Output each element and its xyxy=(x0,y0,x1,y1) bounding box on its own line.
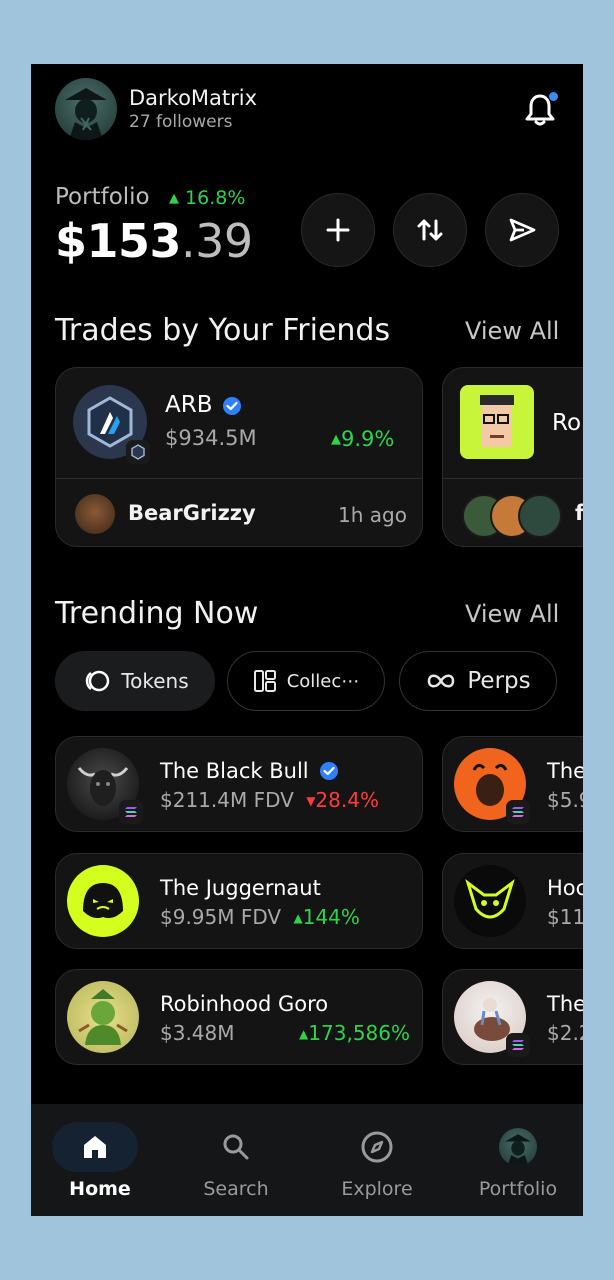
solana-badge-icon xyxy=(506,800,530,824)
friend-trade-change-value: 9.9% xyxy=(341,427,395,451)
token-name: The xyxy=(547,992,583,1016)
token-stats: $3.48M ▲173,586% xyxy=(160,1021,410,1045)
trader-name: f xyxy=(575,501,583,525)
token-logo xyxy=(454,865,526,937)
nav-home[interactable]: Home xyxy=(31,1104,169,1216)
portfolio-change-value: 16.8% xyxy=(185,187,246,209)
solana-badge-icon xyxy=(119,800,143,824)
tab-perps-label: Perps xyxy=(467,668,531,694)
trader-avatar xyxy=(518,494,562,538)
portfolio-value: $153.39 xyxy=(55,214,253,268)
token-mcap: $11. xyxy=(547,905,583,929)
friends-section-title: Trades by Your Friends xyxy=(55,313,391,348)
swap-button[interactable] xyxy=(393,193,467,267)
token-change: ▼28.4% xyxy=(306,788,379,812)
add-button[interactable] xyxy=(301,193,375,267)
robinhood-goro-token-logo xyxy=(67,981,139,1053)
token-name: Robinhood Goro xyxy=(160,992,329,1016)
nav-portfolio[interactable]: Portfolio xyxy=(449,1104,583,1216)
search-icon xyxy=(223,1134,249,1160)
tokens-icon xyxy=(86,670,110,692)
triangle-up-icon: ▲ xyxy=(331,432,341,447)
send-button[interactable] xyxy=(485,193,559,267)
tab-collections-label: Collec⋯ xyxy=(286,670,360,692)
token-change: ▲144% xyxy=(293,905,359,929)
profile-avatar[interactable] xyxy=(55,78,117,140)
portfolio-avatar-icon xyxy=(499,1128,537,1166)
notification-dot xyxy=(549,92,558,101)
trade-time: 1h ago xyxy=(338,503,407,527)
juggernaut-token-logo xyxy=(67,865,139,937)
trader-avatar xyxy=(75,494,115,534)
token-change-value: 144% xyxy=(302,905,360,929)
token-name: The Juggernaut xyxy=(160,876,321,900)
token-mcap: $9.95M FDV xyxy=(160,905,282,929)
trending-token-card[interactable]: The $2.2 xyxy=(442,969,583,1065)
friend-trade-card[interactable]: Ro f xyxy=(442,367,583,547)
token-name: The xyxy=(547,759,583,783)
friend-trade-token-name: ARB xyxy=(165,392,213,418)
friends-view-all-link[interactable]: View All xyxy=(465,317,559,345)
token-mcap: $5.9 xyxy=(547,788,583,812)
tab-tokens-label: Tokens xyxy=(121,669,189,693)
portfolio-value-cents: .39 xyxy=(181,214,253,268)
plus-icon xyxy=(326,218,350,242)
arb-chain-badge-icon xyxy=(126,440,150,464)
trending-section-title: Trending Now xyxy=(55,596,259,631)
tab-collections[interactable]: Collec⋯ xyxy=(227,651,385,711)
friend-trade-mcap: $934.5M xyxy=(165,426,257,450)
friend-trade-change: ▲9.9% xyxy=(331,427,394,451)
friend-trade-card[interactable]: ARB $934.5M ▲9.9% BearGrizzy 1h ago xyxy=(55,367,423,547)
nav-explore-label: Explore xyxy=(341,1178,413,1200)
token-mcap: $2.2 xyxy=(547,1021,583,1045)
solana-badge-icon xyxy=(506,1033,530,1057)
token-mcap: $3.48M xyxy=(160,1021,235,1045)
portfolio-label: Portfolio xyxy=(55,184,150,210)
nav-search[interactable]: Search xyxy=(167,1104,305,1216)
token-change: ▲173,586% xyxy=(299,1021,410,1045)
tab-perps[interactable]: Perps xyxy=(399,651,557,711)
card-divider xyxy=(443,478,583,479)
bottom-nav: Home Search Explore Portfolio xyxy=(31,1104,583,1216)
trending-token-card[interactable]: Robinhood Goro $3.48M ▲173,586% xyxy=(55,969,423,1065)
trending-token-card[interactable]: Hoc $11. xyxy=(442,853,583,949)
tab-tokens[interactable]: Tokens xyxy=(55,651,215,711)
nav-portfolio-label: Portfolio xyxy=(478,1178,558,1200)
nav-home-label: Home xyxy=(69,1178,131,1200)
trader-name: BearGrizzy xyxy=(128,501,256,525)
trending-view-all-link[interactable]: View All xyxy=(465,600,559,628)
followers-count[interactable]: 27 followers xyxy=(129,112,232,132)
triangle-up-icon: ▲ xyxy=(299,1027,309,1041)
verified-badge-icon xyxy=(320,762,339,780)
card-divider xyxy=(56,478,422,479)
token-mcap: $211.4M FDV xyxy=(160,788,294,812)
send-icon xyxy=(509,218,536,242)
trending-token-card[interactable]: The $5.9 xyxy=(442,736,583,832)
nav-search-label: Search xyxy=(203,1178,269,1200)
triangle-up-icon: ▲ xyxy=(293,911,303,925)
infinity-icon xyxy=(428,674,455,688)
username[interactable]: DarkoMatrix xyxy=(129,86,257,110)
token-name-text: The Black Bull xyxy=(160,759,309,783)
trending-token-card[interactable]: The Juggernaut $9.95M FDV ▲144% xyxy=(55,853,423,949)
compass-icon xyxy=(361,1131,393,1163)
portfolio-value-main: $153 xyxy=(55,214,182,268)
home-icon xyxy=(84,1136,106,1158)
triangle-up-icon: ▲ xyxy=(169,191,179,206)
swap-icon xyxy=(417,219,443,241)
portfolio-change: ▲ 16.8% xyxy=(169,187,245,209)
token-stats: $9.95M FDV ▲144% xyxy=(160,905,360,929)
punk-token-logo xyxy=(460,385,534,459)
trending-token-card[interactable]: The Black Bull $211.4M FDV ▼28.4% xyxy=(55,736,423,832)
token-change-value: 28.4% xyxy=(315,788,379,812)
app-screen: DarkoMatrix 27 followers Portfolio ▲ 16.… xyxy=(31,64,583,1216)
friend-trade-token-name: Ro xyxy=(552,410,582,436)
token-change-value: 173,586% xyxy=(308,1021,410,1045)
token-name: The Black Bull xyxy=(160,759,339,783)
verified-badge-icon xyxy=(222,396,242,416)
nav-explore[interactable]: Explore xyxy=(308,1104,446,1216)
collections-icon xyxy=(253,670,276,692)
token-stats: $211.4M FDV ▼28.4% xyxy=(160,788,379,812)
token-name: Hoc xyxy=(547,876,583,900)
